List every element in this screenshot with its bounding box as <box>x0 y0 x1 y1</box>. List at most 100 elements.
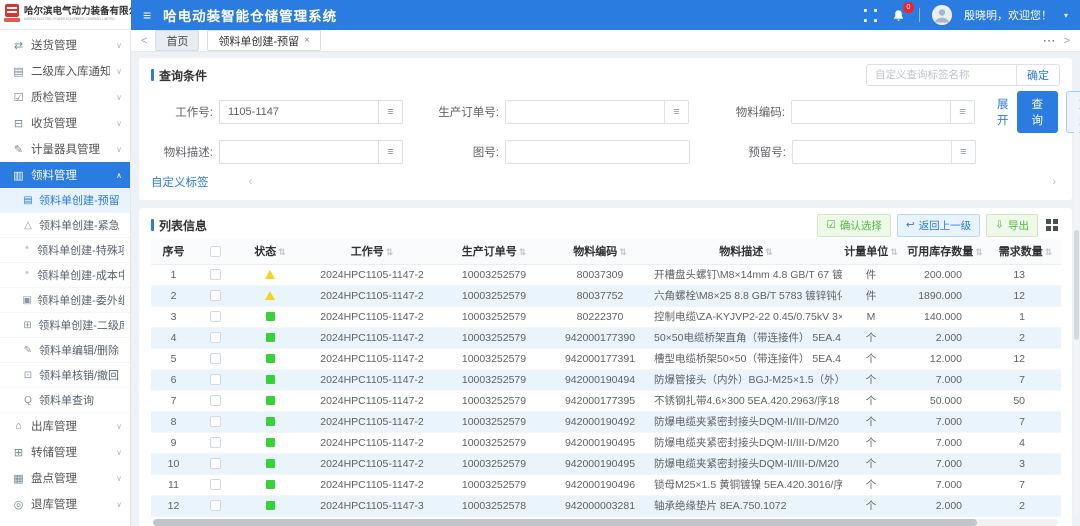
col-status[interactable]: 状态⇅ <box>234 239 306 264</box>
row-checkbox[interactable] <box>210 479 221 490</box>
select-all-checkbox[interactable] <box>210 246 221 257</box>
custom-tag-name-input[interactable] <box>866 64 1016 86</box>
reservation-no-input[interactable] <box>792 140 952 164</box>
row-checkbox[interactable] <box>210 458 221 469</box>
drawing-no-input[interactable] <box>505 140 690 164</box>
table-row[interactable]: 52024HPC1105-1147-2100032525799420001773… <box>151 348 1061 369</box>
sidebar-item[interactable]: ⇄送货管理∨ <box>0 32 130 58</box>
row-checkbox[interactable] <box>210 353 221 364</box>
fullscreen-icon[interactable] <box>863 7 879 23</box>
sidebar-subitem[interactable]: ⊞领料单创建-二级库 <box>0 313 130 338</box>
material-code-filter-icon[interactable]: ≡ <box>951 100 975 124</box>
vertical-scrollbar-thumb[interactable] <box>1074 230 1079 340</box>
expand-link[interactable]: 展开 <box>997 96 1009 128</box>
table-row[interactable]: 82024HPC1105-1147-2100032525799420001904… <box>151 411 1061 432</box>
sidebar-subitem[interactable]: ⊡领料单核销/撤回 <box>0 363 130 388</box>
material-code-input[interactable] <box>791 100 951 124</box>
custom-tag-link[interactable]: 自定义标签 <box>151 174 209 190</box>
col-order-no[interactable]: 生产订单号⇅ <box>438 239 550 264</box>
table-row[interactable]: 112024HPC1105-1147-210003252579942000190… <box>151 474 1061 495</box>
column-settings-icon[interactable] <box>1044 217 1060 233</box>
col-unit[interactable]: 计量单位⇅ <box>842 239 900 264</box>
col-work-no[interactable]: 工作号⇅ <box>306 239 438 264</box>
table-row[interactable]: 72024HPC1105-1147-2100032525799420001773… <box>151 390 1061 411</box>
user-menu-caret-icon[interactable]: ▾ <box>1064 11 1068 20</box>
sidebar-subitem[interactable]: ▤领料单创建-预留 <box>0 188 130 213</box>
sidebar-subitem[interactable]: “领料单创建-成本中心 <box>0 263 130 288</box>
row-checkbox[interactable] <box>210 500 221 511</box>
sort-icon[interactable]: ⇅ <box>975 247 983 257</box>
table-row[interactable]: 32024HPC1105-1147-21000325257980222370控制… <box>151 306 1061 327</box>
sidebar-subitem[interactable]: ▣领料单创建-委外组件 <box>0 288 130 313</box>
tab-scroll-left-icon[interactable]: < <box>141 35 147 47</box>
sidebar-collapse-icon[interactable]: ≡ <box>143 7 151 23</box>
tags-scroll-right-icon[interactable]: › <box>1052 176 1056 188</box>
sidebar-subitem[interactable]: △领料单创建-紧急 <box>0 213 130 238</box>
production-order-filter-icon[interactable]: ≡ <box>665 100 689 124</box>
notification-bell-icon[interactable]: 0 <box>891 7 907 23</box>
table-row[interactable]: 12024HPC1105-1147-21000325257980037309开槽… <box>151 264 1061 285</box>
material-desc-input[interactable] <box>219 140 379 164</box>
tab-material-request[interactable]: 领料单创建-预留 × <box>207 30 321 51</box>
sidebar-item[interactable]: ✎计量器具管理∨ <box>0 136 130 162</box>
table-row[interactable]: 42024HPC1105-1147-2100032525799420001773… <box>151 327 1061 348</box>
sort-icon[interactable]: ⇅ <box>278 247 286 257</box>
sidebar-item[interactable]: ⊞转储管理∨ <box>0 439 130 465</box>
table-row[interactable]: 62024HPC1105-1147-2100032525799420001904… <box>151 369 1061 390</box>
tab-close-icon[interactable]: × <box>304 35 310 46</box>
row-checkbox[interactable] <box>210 416 221 427</box>
user-avatar[interactable] <box>932 5 952 25</box>
row-status-cell <box>234 432 306 453</box>
sidebar-item[interactable]: ☑质检管理∨ <box>0 84 130 110</box>
tab-home[interactable]: 首页 <box>155 30 199 51</box>
production-order-input[interactable] <box>505 100 665 124</box>
sort-icon[interactable]: ⇅ <box>519 247 527 257</box>
row-checkbox[interactable] <box>210 290 221 301</box>
submenu-icon: ⊞ <box>22 320 33 331</box>
row-checkbox[interactable] <box>210 437 221 448</box>
row-checkbox[interactable] <box>210 269 221 280</box>
row-checkbox[interactable] <box>210 311 221 322</box>
confirm-select-button[interactable]: ☑确认选择 <box>817 214 890 237</box>
table-row[interactable]: 102024HPC1105-1147-210003252579942000190… <box>151 453 1061 474</box>
tab-scroll-right-icon[interactable]: > <box>1064 35 1070 47</box>
row-checkbox[interactable] <box>210 395 221 406</box>
tags-scroll-left-icon[interactable]: ‹ <box>249 176 253 188</box>
table-row[interactable]: 122024HPC1105-1147-310003252578942000003… <box>151 495 1061 516</box>
sort-icon[interactable]: ⇅ <box>890 247 898 257</box>
tab-more-icon[interactable]: ⋯ <box>1043 33 1056 49</box>
back-up-level-button[interactable]: ↩返回上一级 <box>897 214 980 237</box>
sidebar-subitem[interactable]: ✎领料单编辑/删除 <box>0 338 130 363</box>
work-no-input[interactable] <box>219 100 379 124</box>
col-material-desc[interactable]: 物料描述⇅ <box>650 239 842 264</box>
sidebar-item[interactable]: ⊟收货管理∨ <box>0 110 130 136</box>
row-seq: 2 <box>151 285 196 306</box>
row-checkbox[interactable] <box>210 374 221 385</box>
sidebar-item[interactable]: ▦盘点管理∨ <box>0 465 130 491</box>
row-order-no: 10003252579 <box>438 390 550 411</box>
sort-icon[interactable]: ⇅ <box>1045 247 1053 257</box>
material-desc-filter-icon[interactable]: ≡ <box>379 140 403 164</box>
table-row[interactable]: 92024HPC1105-1147-2100032525799420001904… <box>151 432 1061 453</box>
sidebar-item[interactable]: ▥领料管理∧ <box>0 162 130 188</box>
table-row[interactable]: 22024HPC1105-1147-21000325257980037752六角… <box>151 285 1061 306</box>
search-button[interactable]: 查询 <box>1017 91 1059 133</box>
reservation-no-filter-icon[interactable]: ≡ <box>952 140 976 164</box>
sidebar-subitem[interactable]: Q领料单查询 <box>0 388 130 413</box>
confirm-tag-button[interactable]: 确定 <box>1016 64 1060 86</box>
col-demand[interactable]: 需求数量⇅ <box>990 239 1061 264</box>
horizontal-scrollbar-thumb[interactable] <box>153 519 977 526</box>
row-checkbox[interactable] <box>210 332 221 343</box>
sort-icon[interactable]: ⇅ <box>765 247 773 257</box>
sidebar-item[interactable]: ◎退库管理∨ <box>0 491 130 517</box>
user-greeting[interactable]: 殷晓明，欢迎您！ <box>964 7 1052 23</box>
sort-icon[interactable]: ⇅ <box>619 247 627 257</box>
col-stock[interactable]: 可用库存数量⇅ <box>900 239 990 264</box>
col-material-code[interactable]: 物料编码⇅ <box>550 239 650 264</box>
sort-icon[interactable]: ⇅ <box>386 247 394 257</box>
sidebar-subitem[interactable]: “领料单创建-特殊项目 <box>0 238 130 263</box>
sidebar-item[interactable]: ▤二级库入库通知单∨ <box>0 58 130 84</box>
sidebar-item[interactable]: ⌂出库管理∨ <box>0 413 130 439</box>
export-button[interactable]: ⇩导出 <box>986 214 1038 237</box>
work-no-filter-icon[interactable]: ≡ <box>379 100 403 124</box>
